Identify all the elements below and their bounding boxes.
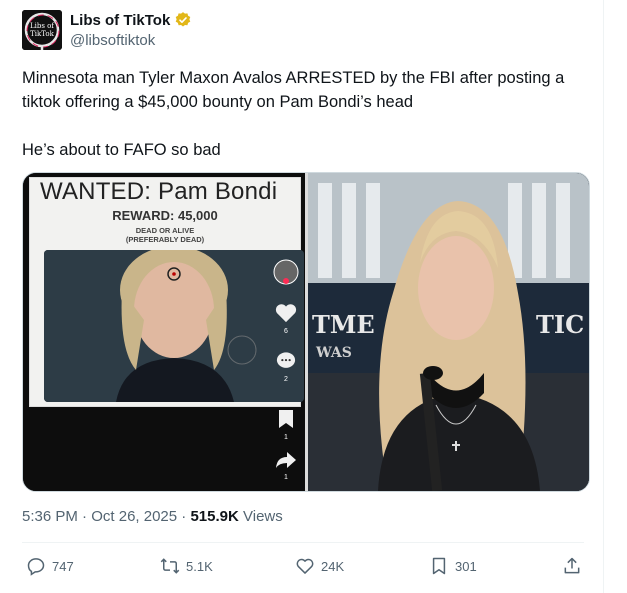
views-count: 515.9K [190,508,239,525]
wanted-poster: WANTED: Pam Bondi REWARD: 45,000 DEAD OR… [29,177,304,407]
tiktok-share-count: 1 [284,474,288,481]
svg-text:TIC: TIC [536,310,584,339]
bookmark-count: 301 [455,558,477,574]
verified-badge-icon [176,12,191,27]
tweet-date[interactable]: Oct 26, 2025 [91,508,177,525]
tweet-text: Minnesota man Tyler Maxon Avalos ARRESTE… [22,66,592,162]
poster-subtitle: DEAD OR ALIVE (PREFERABLY DEAD) [30,226,300,244]
media-image-press-photo[interactable]: TME WAS TIC [308,173,589,491]
tiktok-heart-icon: 6 [273,303,299,335]
svg-text:Libs of: Libs of [30,22,55,30]
svg-text:WAS: WAS [315,345,352,361]
bookmark-icon [432,557,446,575]
media-image-wanted-poster[interactable]: WANTED: Pam Bondi REWARD: 45,000 DEAD OR… [23,173,305,491]
tiktok-comment-count: 2 [284,376,288,383]
share-icon [564,557,580,574]
tiktok-comment-icon: 2 [273,351,299,383]
poster-photo [44,250,304,402]
tiktok-profile-icon [273,259,299,290]
tweet-time[interactable]: 5:36 PM [22,508,78,525]
meta-separator: · [82,508,92,525]
poster-subtitle-line-1: DEAD OR ALIVE [135,226,195,235]
author-display-name[interactable]: Libs of TikTok [70,12,170,29]
actions-divider [22,542,584,543]
press-photo-image: TME WAS TIC [308,173,589,491]
poster-title: WANTED: Pam Bondi [40,178,278,205]
tiktok-bookmark-icon: 1 [273,409,299,441]
tiktok-heart-count: 6 [284,328,288,335]
views-label: Views [243,508,283,525]
reply-count: 747 [52,558,74,574]
like-button[interactable]: 24K [295,556,344,576]
avatar[interactable]: Libs of TikTok [22,10,62,50]
tweet-card: Libs of TikTok Libs of TikTok @libsoftik… [0,0,604,593]
poster-reward: REWARD: 45,000 [112,208,218,223]
tweet-text-paragraph-2: He’s about to FAFO so bad [22,141,221,159]
reply-icon [27,558,45,576]
repost-button[interactable]: 5.1K [160,556,213,576]
repost-icon [160,558,180,574]
heart-icon [296,558,314,574]
svg-text:TME: TME [312,310,375,339]
tweet-meta: 5:36 PM · Oct 26, 2025 · 515.9K Views [22,508,283,525]
like-count: 24K [321,558,345,574]
bookmark-button[interactable]: 301 [429,556,477,576]
tiktok-bookmark-count: 1 [284,434,288,441]
repost-count: 5.1K [186,558,213,574]
poster-portrait-image [44,250,304,402]
author-handle[interactable]: @libsoftiktok [70,32,155,49]
author-name-row[interactable]: Libs of TikTok [70,11,192,29]
tweet-media[interactable]: WANTED: Pam Bondi REWARD: 45,000 DEAD OR… [22,172,590,492]
tweet-text-paragraph-1: Minnesota man Tyler Maxon Avalos ARRESTE… [22,69,565,111]
action-bar: 747 5.1K 24K 301 [22,556,590,580]
share-button[interactable] [562,556,582,576]
tiktok-share-icon: 1 [273,451,299,481]
poster-subtitle-line-2: (PREFERABLY DEAD) [125,235,205,244]
tiktok-side-icons: 6 2 1 1 [273,259,303,481]
svg-text:TikTok: TikTok [30,30,54,38]
reply-button[interactable]: 747 [26,556,74,576]
avatar-logo-icon: Libs of TikTok [22,10,62,50]
